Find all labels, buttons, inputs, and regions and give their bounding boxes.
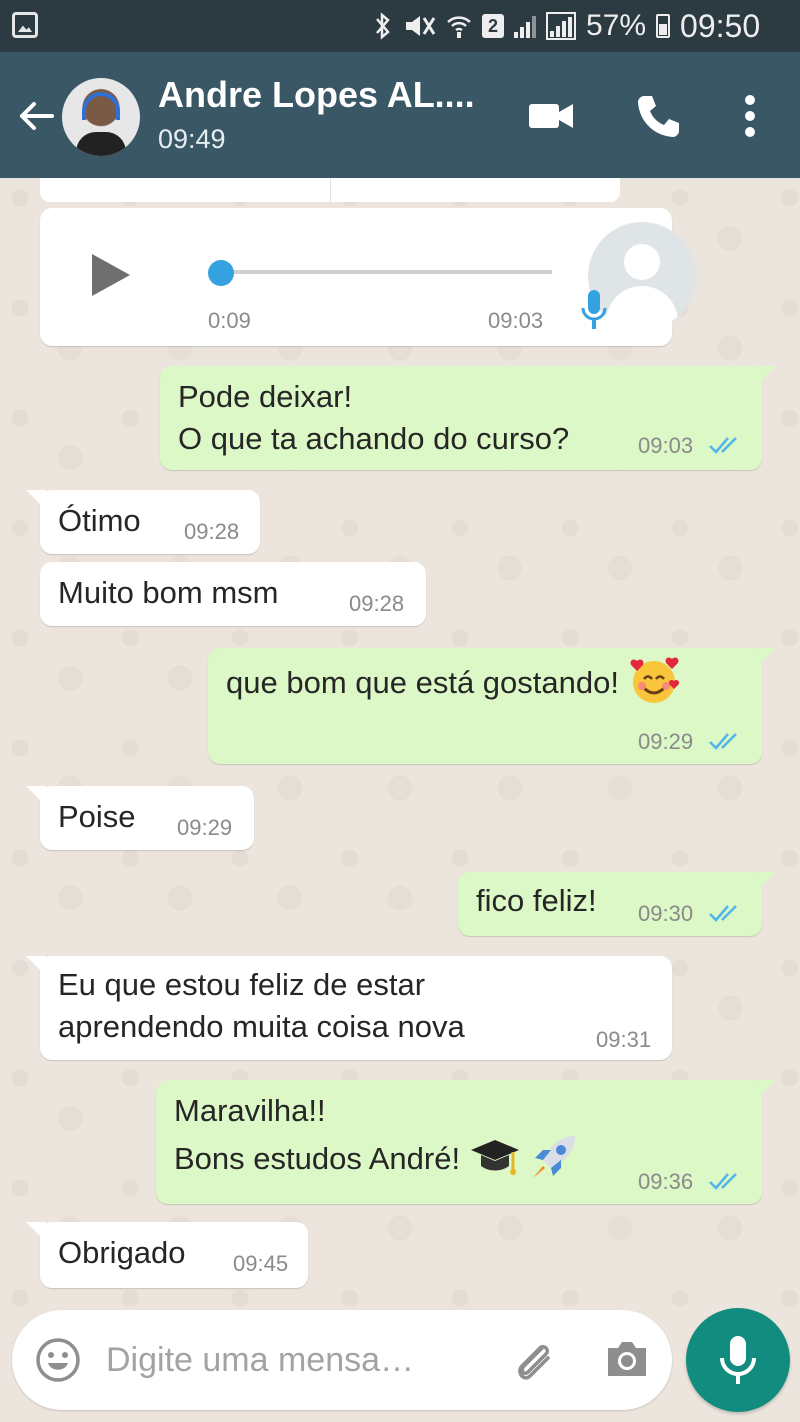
message-text: Obrigado [58,1235,186,1270]
graduation-cap-icon [470,1139,519,1175]
message-time: 09:29 [638,729,694,754]
wifi-icon [447,16,471,38]
rocket-icon [533,1135,576,1178]
message-text: Eu que estou feliz de estar [58,967,426,1002]
message-text: Ótimo [58,503,141,538]
message-bubble-outgoing[interactable]: Maravilha!! Bons estudos André! 09:36 [156,1080,762,1204]
last-seen: 09:49 [158,124,226,154]
read-ticks-icon [709,1173,737,1190]
message-text-span: Bons estudos André! [174,1141,461,1176]
message-text: Pode deixar! [178,379,353,414]
message-text: aprendendo muita coisa nova [58,1009,465,1044]
phone-icon[interactable] [634,92,682,140]
audio-progress-knob[interactable] [208,260,234,286]
composer-bar [12,1310,672,1410]
message-text: fico feliz! [476,883,597,918]
message-time: 09:45 [233,1251,289,1276]
message-bubble-incoming[interactable]: Poise 09:29 [40,786,254,850]
message-bubble-incoming[interactable]: Ótimo 09:28 [40,490,260,554]
message-time: 09:28 [184,519,240,544]
message-input[interactable] [106,1338,486,1382]
mic-icon [581,290,607,329]
message-bubble-incoming[interactable]: Obrigado 09:45 [40,1222,308,1288]
read-ticks-icon [709,905,737,922]
camera-icon[interactable] [604,1338,650,1380]
gallery-icon [12,12,38,38]
attach-icon[interactable] [510,1336,558,1384]
message-bubble-outgoing[interactable]: fico feliz! 09:30 [458,872,762,936]
message-bubble-outgoing[interactable]: Pode deixar! O que ta achando do curso? … [160,366,762,470]
message-text: Muito bom msm [58,575,279,610]
mic-icon [720,1336,756,1384]
audio-message[interactable]: 0:09 09:03 [40,208,696,346]
previous-message-fragment [40,178,620,202]
message-text: que bom que está gostando! [226,657,680,707]
more-vert-icon[interactable] [726,92,774,140]
smiling-face-with-hearts-icon [630,657,679,703]
message-text: Poise [58,799,136,834]
contact-name[interactable]: Andre Lopes AL.... [158,74,475,116]
battery-icon [656,14,671,38]
video-call-icon[interactable] [527,92,575,140]
message-time: 09:29 [177,815,233,840]
voice-record-button[interactable] [686,1308,790,1412]
message-text-span: que bom que está gostando! [226,665,619,700]
status-bar: 2 57% 09:50 [0,0,800,52]
message-bubble-incoming[interactable]: Muito bom msm 09:28 [40,562,426,626]
read-ticks-icon [709,733,737,750]
chat-area[interactable]: 0:09 09:03 Pode deixar! O que ta achando… [0,178,800,1310]
back-arrow-icon[interactable] [16,96,56,136]
audio-duration: 0:09 [208,308,251,333]
chat-header: Andre Lopes AL.... 09:49 [0,52,800,178]
status-icons: 2 57% 09:50 [374,7,761,44]
sim-icon: 2 [482,14,504,38]
battery-percent: 57% [586,9,647,42]
emoji-icon[interactable] [34,1336,82,1384]
mute-icon [406,16,436,36]
contact-avatar[interactable] [62,78,140,156]
status-clock: 09:50 [680,7,761,44]
message-bubble-outgoing[interactable]: que bom que está gostando! 09:29 [208,648,762,764]
play-icon[interactable] [88,250,134,300]
audio-progress-track[interactable] [220,270,552,274]
audio-time: 09:03 [488,308,544,333]
signal-icon-2 [546,12,576,40]
message-bubble-incoming[interactable]: Eu que estou feliz de estar aprendendo m… [40,956,672,1060]
message-text: Maravilha!! [174,1093,326,1128]
message-time: 09:28 [349,591,405,616]
read-ticks-icon [709,437,737,454]
signal-icon [514,14,536,38]
message-text: O que ta achando do curso? [178,421,570,456]
message-time: 09:36 [638,1169,694,1194]
message-text: Bons estudos André! [174,1135,579,1182]
message-time: 09:31 [596,1027,652,1052]
message-time: 09:30 [638,901,694,926]
message-time: 09:03 [638,433,694,458]
bluetooth-icon [376,12,390,40]
